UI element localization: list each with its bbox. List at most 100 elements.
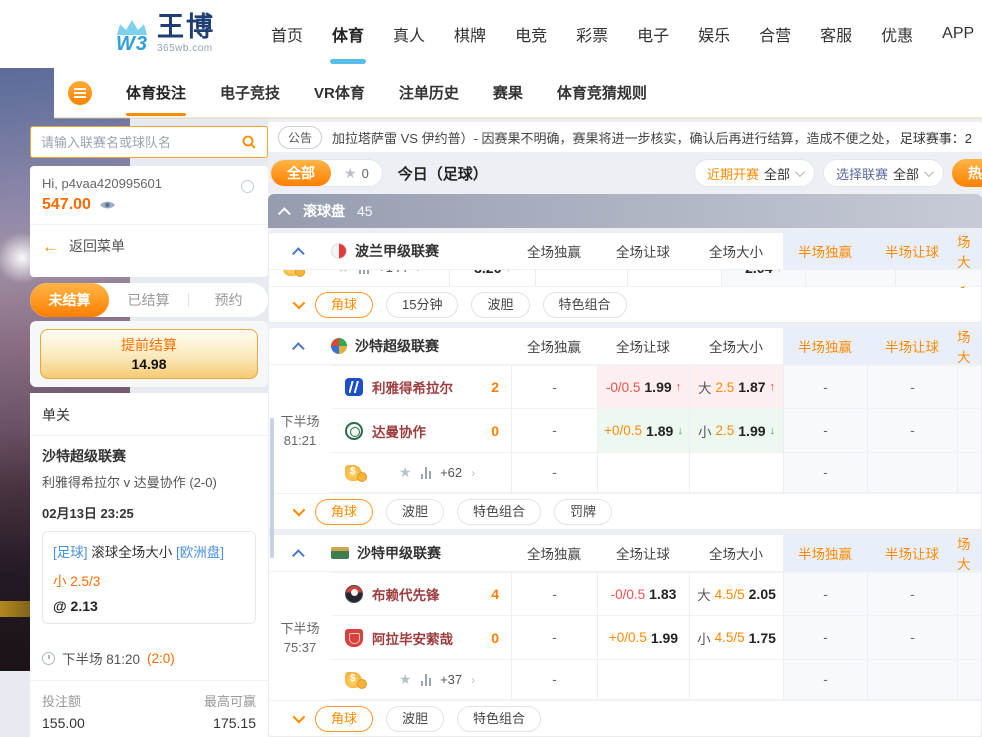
favorites-button[interactable]: ★ 0	[331, 160, 382, 186]
menu-list-icon[interactable]	[68, 81, 92, 105]
favorite-star-icon[interactable]: ★	[399, 671, 412, 688]
odds-cell[interactable]	[957, 366, 981, 408]
recent-start-dropdown[interactable]: 近期开赛 全部	[694, 159, 815, 187]
more-markets-count[interactable]: +144	[378, 270, 407, 275]
more-markets-count[interactable]: +62	[440, 465, 462, 480]
odds-cell[interactable]: -	[511, 660, 597, 699]
odds-cell[interactable]	[957, 616, 981, 659]
odds-cell[interactable]: -	[867, 616, 957, 659]
odds-cell[interactable]	[597, 453, 689, 492]
search-box[interactable]	[30, 126, 268, 158]
market-pill[interactable]: 波胆	[471, 292, 529, 318]
hot-matches-button[interactable]: 热门	[952, 159, 982, 187]
odds-cell[interactable]: 大2.51.87↑	[689, 366, 783, 408]
odds-cell[interactable]: +0/0.51.99	[597, 616, 689, 659]
nav-app[interactable]: APP	[942, 19, 974, 49]
collapse-cell[interactable]	[269, 233, 331, 269]
site-logo[interactable]: W3 王博 365wb.com	[115, 14, 215, 54]
collapse-cell[interactable]	[269, 328, 331, 364]
odds-cell[interactable]	[957, 573, 981, 615]
market-pill[interactable]: 特色组合	[543, 292, 627, 318]
nav-home[interactable]: 首页	[271, 16, 303, 52]
odds-cell[interactable]: -	[511, 573, 597, 615]
odds-cell[interactable]: -	[511, 409, 597, 452]
odds-cell[interactable]	[535, 270, 627, 286]
odds-cell[interactable]	[689, 660, 783, 699]
tab-unsettled[interactable]: 未结算	[30, 283, 109, 317]
nav-promo[interactable]: 优惠	[881, 16, 913, 52]
chevron-down-icon[interactable]	[293, 711, 306, 724]
more-markets-arrow-icon[interactable]: ›	[471, 673, 475, 687]
team-cell[interactable]: 利雅得希拉尔2	[331, 366, 511, 408]
odds-cell[interactable]: -	[783, 453, 867, 492]
odds-cell[interactable]	[895, 270, 981, 286]
odds-cell[interactable]	[689, 453, 783, 492]
tab-reserved[interactable]: 预约	[189, 283, 268, 317]
stats-bars-icon[interactable]	[421, 674, 432, 686]
search-icon[interactable]	[241, 134, 257, 150]
search-input[interactable]	[41, 135, 241, 150]
odds-cell[interactable]	[627, 270, 721, 286]
odds-cell[interactable]: -	[783, 409, 867, 452]
market-pill[interactable]: 角球	[315, 499, 373, 525]
market-pill[interactable]: 罚牌	[554, 499, 612, 525]
league-select-dropdown[interactable]: 选择联赛 全部	[823, 159, 944, 187]
stats-bars-icon[interactable]	[421, 467, 432, 479]
odds-cell[interactable]: 小2.51.99↓	[689, 409, 783, 452]
odds-cell[interactable]: 大4.5/52.05	[689, 573, 783, 615]
nav-entertainment[interactable]: 娱乐	[698, 16, 730, 52]
market-pill[interactable]: 波胆	[386, 706, 444, 732]
odds-cell[interactable]: -	[511, 366, 597, 408]
more-markets-arrow-icon[interactable]: ›	[416, 270, 420, 275]
cashout-button-top[interactable]: 提前结算 14.98	[40, 329, 258, 379]
nav-cards[interactable]: 棋牌	[454, 16, 486, 52]
back-to-menu[interactable]: ← 返回菜单	[30, 224, 268, 267]
odds-cell[interactable]: -	[867, 573, 957, 615]
chevron-up-icon[interactable]	[292, 549, 305, 562]
nav-affiliate[interactable]: 合营	[759, 16, 791, 52]
odds-cell[interactable]: -	[867, 409, 957, 452]
odds-cell[interactable]: +0/0.51.89↓	[597, 409, 689, 452]
filter-all-button[interactable]: 全部	[271, 160, 331, 186]
stats-bars-icon[interactable]	[359, 270, 370, 274]
odds-cell[interactable]	[957, 409, 981, 452]
odds-cell[interactable]	[957, 453, 981, 492]
chevron-down-icon[interactable]	[293, 297, 306, 310]
odds-cell[interactable]	[597, 660, 689, 699]
odds-cell[interactable]: 2.04↑	[721, 270, 805, 286]
team-cell[interactable]: 阿拉毕安萦哉0	[331, 616, 511, 659]
chevron-down-icon[interactable]	[293, 504, 306, 517]
odds-cell[interactable]: -0/0.51.99↑	[597, 366, 689, 408]
subnav-vr-sports[interactable]: VR体育	[314, 82, 365, 103]
live-betting-bar[interactable]: 滚球盘 45	[268, 194, 982, 228]
subnav-esports[interactable]: 电子竞技	[220, 82, 280, 103]
odds-cell[interactable]	[867, 660, 957, 699]
favorite-star-icon[interactable]: ★	[399, 464, 412, 481]
team-cell[interactable]: 达曼协作0	[331, 409, 511, 452]
odds-cell[interactable]: -	[783, 616, 867, 659]
odds-cell[interactable]	[805, 270, 895, 286]
sidebar-scrollbar[interactable]	[270, 418, 274, 558]
odds-cell[interactable]: -	[783, 660, 867, 699]
market-pill[interactable]: 特色组合	[457, 706, 541, 732]
nav-esports[interactable]: 电竞	[515, 16, 547, 52]
more-markets-arrow-icon[interactable]: ›	[471, 466, 475, 480]
market-pill[interactable]: 角球	[315, 292, 373, 318]
subnav-rules[interactable]: 体育竞猜规则	[557, 82, 647, 103]
refresh-icon[interactable]	[241, 180, 254, 193]
odds-cell[interactable]	[957, 660, 981, 699]
chevron-up-icon[interactable]	[292, 342, 305, 355]
market-pill[interactable]: 特色组合	[457, 499, 541, 525]
odds-cell[interactable]: 小4.5/51.75	[689, 616, 783, 659]
market-pill[interactable]: 波胆	[386, 499, 444, 525]
nav-live-casino[interactable]: 真人	[393, 16, 425, 52]
favorite-star-icon[interactable]: ★	[337, 270, 350, 276]
odds-cell[interactable]	[867, 453, 957, 492]
subnav-sports-betting[interactable]: 体育投注	[126, 82, 186, 103]
subnav-results[interactable]: 赛果	[493, 82, 523, 103]
odds-cell[interactable]: -	[511, 616, 597, 659]
nav-lottery[interactable]: 彩票	[576, 16, 608, 52]
market-pill[interactable]: 角球	[315, 706, 373, 732]
eye-icon[interactable]	[99, 199, 116, 211]
odds-cell[interactable]: 3.26↑	[449, 270, 535, 286]
